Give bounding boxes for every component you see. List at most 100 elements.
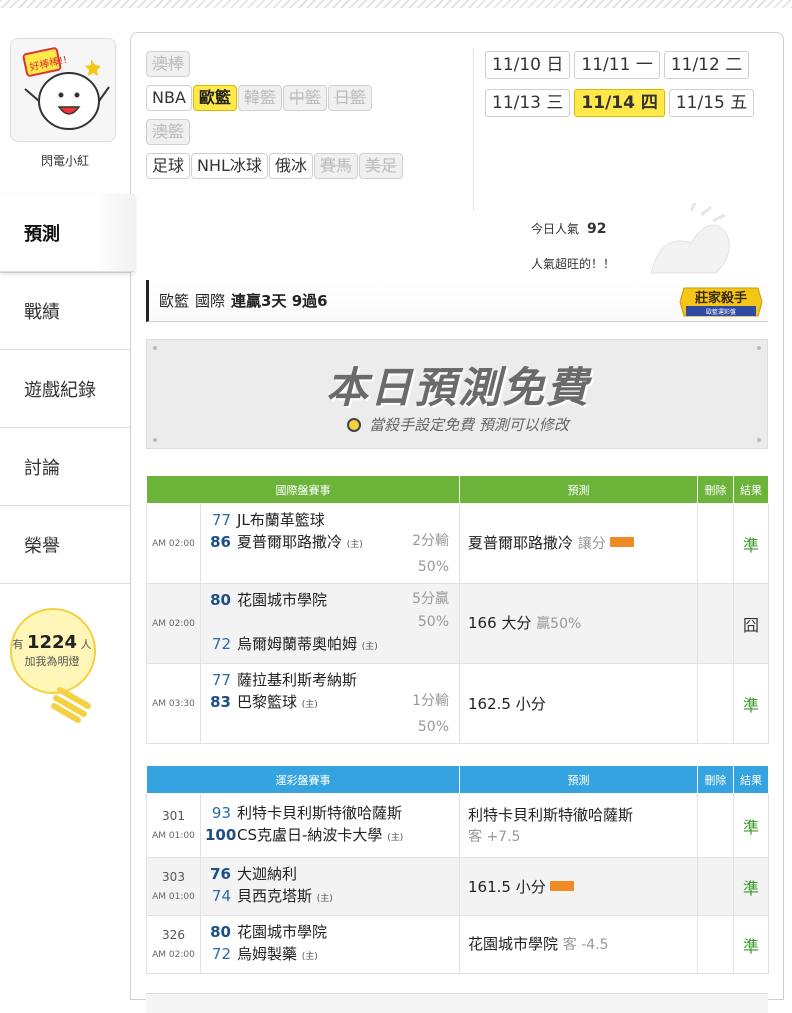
likes-count: 1224 — [26, 632, 78, 653]
table-header-row: 國際盤賽事 預測 刪除 結果 — [146, 475, 769, 504]
home-team: 烏爾姆蘭蒂奧帕姆 — [237, 635, 358, 653]
filter-chip-selected[interactable]: 歐籃 — [192, 85, 237, 111]
sidebar-item-discussion[interactable]: 討論 — [0, 428, 130, 506]
result-cell: 準 — [733, 857, 769, 916]
delete-cell[interactable] — [697, 583, 734, 664]
line-result: 2分輸 — [412, 533, 449, 549]
filter-chip[interactable]: 賽馬 — [313, 153, 358, 179]
col-header-games: 國際盤賽事 — [146, 475, 460, 504]
delete-cell[interactable] — [697, 915, 734, 974]
date-dow: 三 — [546, 93, 564, 113]
prediction-cell: 利特卡貝利斯特徹哈薩斯客 +7.5 — [459, 793, 698, 858]
game-number-time: 303 AM 01:00 — [146, 857, 201, 916]
prediction-cell: 162.5 小分 — [459, 663, 698, 744]
table-row[interactable]: 301 AM 01:00 93 利特卡貝利斯特徹哈薩斯 100CS克盧日-納波卡大學… — [146, 793, 769, 858]
date-tab[interactable]: 11/13 三 — [485, 89, 571, 117]
game-teams: 80 花園城市學院 5分贏 50% 72 烏爾姆蘭蒂奧帕姆 (主) — [200, 583, 460, 664]
home-marker: (主) — [301, 952, 318, 962]
top-border-decoration — [0, 0, 792, 8]
away-team: JL布蘭革籃球 — [237, 511, 325, 529]
popularity-note: 人氣超旺的！！ — [531, 257, 616, 271]
col-header-games: 運彩盤賽事 — [146, 765, 460, 794]
prediction-line: 客 +7.5 — [468, 828, 521, 845]
home-score: 74 — [211, 887, 231, 905]
away-score: 93 — [211, 804, 231, 822]
banner-rivet — [757, 438, 761, 442]
filter-chip[interactable]: 中籃 — [282, 85, 327, 111]
filter-chip[interactable]: 澳籃 — [146, 119, 191, 145]
streak-league: 歐籃 — [159, 292, 190, 310]
date-tab[interactable]: 11/15 五 — [668, 89, 755, 117]
delete-cell[interactable] — [697, 663, 734, 744]
game-number: 301 — [162, 808, 185, 823]
bullet-icon — [347, 418, 362, 432]
home-team: 夏普爾耶路撒冷 — [237, 533, 343, 551]
line-percent: 50% — [417, 559, 449, 575]
streak-category: 國際 — [195, 292, 226, 310]
result-cell: 準 — [733, 503, 769, 584]
delete-cell[interactable] — [697, 857, 734, 916]
home-score: 100 — [205, 826, 237, 844]
prediction-type: 讓分 — [577, 536, 606, 552]
result-cell: 準 — [733, 915, 769, 974]
sidebar-item-record[interactable]: 戰績 — [0, 272, 130, 350]
filter-row-4: 足球 NHL冰球 俄冰 賽馬 美足 — [146, 153, 464, 187]
divider — [473, 49, 474, 211]
game-time: AM 02:00 — [146, 503, 201, 584]
away-team: 大迦納利 — [237, 865, 298, 883]
away-team: 薩拉基利斯考納斯 — [237, 671, 358, 689]
date-md: 11/13 — [492, 93, 541, 113]
sidebar-item-predictions[interactable]: 預測 — [0, 194, 135, 272]
date-tab[interactable]: 11/10 日 — [485, 51, 571, 79]
filter-chip[interactable]: 美足 — [358, 153, 403, 179]
filter-chip[interactable]: 韓籃 — [237, 85, 282, 111]
filter-chip[interactable]: NHL冰球 — [191, 153, 268, 179]
date-tab-selected[interactable]: 11/14 四 — [574, 89, 665, 117]
home-marker: (主) — [316, 894, 333, 904]
sidebar-nav: 預測 戰績 遊戲紀錄 討論 榮譽 — [0, 194, 135, 584]
date-tab[interactable]: 11/11 一 — [574, 51, 660, 79]
table-row[interactable]: AM 03:30 77 薩拉基利斯考納斯 83 巴黎籃球 (主) 1分輸 50% 16… — [146, 663, 769, 744]
banner-rivet — [757, 346, 761, 350]
table-row[interactable]: AM 02:00 80 花園城市學院 5分贏 50% 72 烏爾姆蘭蒂奧帕姆 (主) … — [146, 583, 769, 664]
home-marker: (主) — [346, 540, 363, 550]
sidebar-item-game-history[interactable]: 遊戲紀錄 — [0, 350, 130, 428]
table-row[interactable]: 326 AM 02:00 80 花園城市學院 72 烏姆製藥 (主) 花園城市學院 客… — [146, 915, 769, 974]
date-dow: 五 — [730, 93, 748, 113]
table-row[interactable]: 303 AM 01:00 76 大迦納利 74 貝西克塔斯 (主) 161.5 小分 … — [146, 857, 769, 916]
filter-chip[interactable]: 俄冰 — [268, 153, 313, 179]
col-header-prediction: 預測 — [459, 765, 698, 794]
table-row[interactable]: AM 02:00 77 JL布蘭革籃球 86 夏普爾耶路撒冷 (主) 2分輸 50% … — [146, 503, 769, 584]
avatar[interactable]: 好棒棒!! — [10, 38, 116, 142]
date-md: 11/14 — [581, 93, 635, 113]
filter-chip[interactable]: NBA — [146, 85, 192, 111]
sidebar-item-honors[interactable]: 榮譽 — [0, 506, 130, 584]
league-filters: 澳棒 NBA 歐籃 韓籃 中籃 日籃 澳籃 足球 NHL冰球 俄冰 賽馬 美足 — [146, 51, 464, 187]
likes-counter[interactable]: 有 1224 人 加我為明燈 — [8, 632, 96, 669]
user-name[interactable]: 閃電小紅 — [0, 152, 130, 169]
game-time: AM 01:00 — [152, 891, 195, 902]
banner-rivet — [153, 346, 157, 350]
filter-chip[interactable]: 日籃 — [327, 85, 372, 111]
home-team: 貝西克塔斯 — [237, 887, 313, 905]
result-cell: 準 — [733, 663, 769, 744]
tag-icon — [609, 537, 634, 547]
col-header-prediction: 預測 — [459, 475, 698, 504]
home-team: 巴黎籃球 — [237, 693, 298, 711]
away-score: 77 — [211, 671, 231, 689]
away-score: 80 — [210, 591, 231, 609]
date-tab[interactable]: 11/12 二 — [663, 51, 750, 79]
likes-label: 加我為明燈 — [24, 655, 80, 668]
date-dow: 四 — [640, 93, 658, 113]
filter-chip[interactable]: 足球 — [146, 153, 191, 179]
home-marker: (主) — [387, 833, 404, 843]
dealer-killer-badge: 莊家殺手 歐籃運彩盤 — [679, 287, 763, 317]
game-teams: 77 JL布蘭革籃球 86 夏普爾耶路撒冷 (主) 2分輸 50% — [200, 503, 460, 584]
away-score: 77 — [211, 511, 231, 529]
delete-cell[interactable] — [697, 503, 734, 584]
delete-cell[interactable] — [697, 793, 734, 858]
away-team: 花園城市學院 — [237, 591, 328, 609]
prediction-main: 166 大分 — [468, 614, 532, 632]
filter-chip[interactable]: 澳棒 — [146, 51, 191, 77]
date-selector: 11/10 日 11/11 一 11/12 二 11/13 三 11/14 四 11/1… — [485, 51, 775, 127]
